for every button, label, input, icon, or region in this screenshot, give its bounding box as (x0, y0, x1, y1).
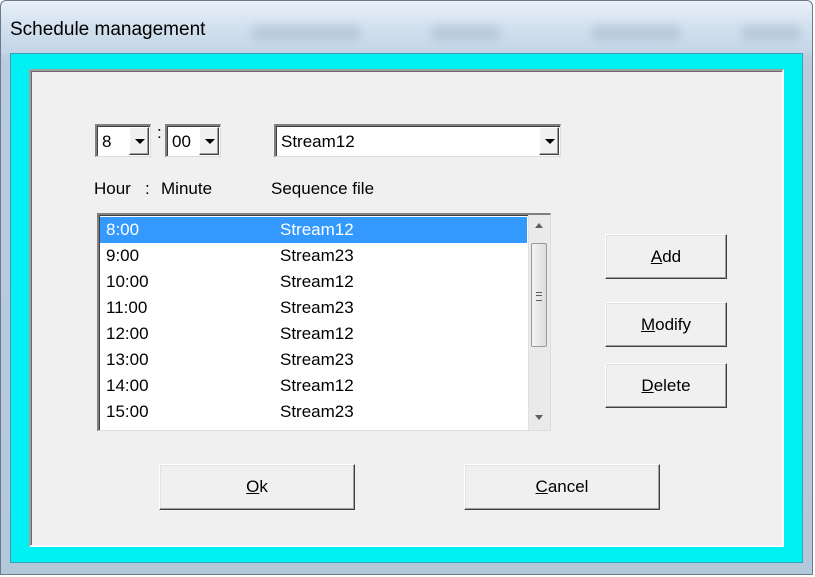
schedule-file: Stream12 (280, 376, 354, 395)
scroll-down-icon[interactable] (535, 415, 543, 420)
add-button[interactable]: Add (605, 234, 727, 279)
minute-dropdown-button[interactable] (199, 127, 219, 155)
schedule-file: Stream23 (280, 402, 354, 421)
modify-button[interactable]: Modify (605, 302, 727, 347)
time-separator: : (157, 123, 162, 142)
scroll-grip-icon (536, 292, 542, 301)
sequence-file-dropdown-button[interactable] (539, 127, 559, 155)
chevron-down-icon (205, 139, 215, 144)
sequence-file-value: Stream12 (281, 132, 355, 151)
ok-button-label: k (259, 477, 268, 496)
modify-button-mnemonic: M (640, 314, 656, 334)
schedule-row[interactable]: 11:00 Stream23 (100, 295, 527, 321)
schedule-management-window: Schedule management 8 : 00 Stream12 Hour… (0, 0, 813, 575)
schedule-file: Stream23 (280, 246, 354, 265)
schedule-time: 14:00 (106, 376, 149, 395)
title-bar-reflection (251, 25, 361, 41)
title-bar[interactable]: Schedule management (1, 1, 812, 53)
title-bar-reflection (431, 25, 501, 41)
add-button-mnemonic: A (650, 246, 663, 266)
schedule-time: 10:00 (106, 272, 149, 291)
schedule-listbox[interactable]: 8:00 Stream12 9:00 Stream23 10:00 Stream… (97, 213, 551, 431)
hour-dropdown-button[interactable] (129, 127, 149, 155)
minute-label: Minute (161, 179, 213, 198)
schedule-file: Stream23 (280, 350, 354, 369)
scroll-thumb[interactable] (531, 243, 547, 347)
delete-button-mnemonic: D (641, 375, 654, 395)
schedule-file: Stream12 (280, 272, 354, 291)
title-bar-reflection (741, 25, 801, 41)
schedule-time: 12:00 (106, 324, 149, 343)
schedule-file: Stream23 (280, 298, 354, 317)
schedule-scrollbar[interactable] (528, 215, 550, 430)
schedule-file: Stream12 (280, 220, 354, 239)
hour-label: Hour (94, 179, 131, 198)
delete-button[interactable]: Delete (605, 363, 727, 408)
schedule-row[interactable]: 15:00 Stream23 (100, 399, 527, 425)
schedule-time: 9:00 (106, 246, 140, 265)
sequence-file-label: Sequence file (271, 179, 375, 198)
minute-value: 00 (172, 132, 191, 151)
hour-value: 8 (102, 132, 112, 151)
cancel-button[interactable]: Cancel (464, 464, 660, 510)
add-button-label: dd (662, 246, 682, 266)
schedule-row-selected[interactable]: 8:00 Stream12 (100, 217, 527, 243)
modify-button-label: odify (655, 314, 692, 334)
schedule-row[interactable]: 12:00 Stream12 (100, 321, 527, 347)
minute-combobox[interactable]: 00 (165, 124, 221, 157)
chevron-down-icon (545, 139, 555, 144)
schedule-time: 11:00 (106, 298, 148, 317)
cancel-button-label: ancel (547, 477, 589, 496)
dialog-frame: 8 : 00 Stream12 Hour: Minute Sequence f… (10, 53, 803, 563)
scroll-up-icon[interactable] (535, 223, 543, 228)
hour-combobox[interactable]: 8 (95, 124, 151, 157)
schedule-row[interactable]: 13:00 Stream23 (100, 347, 527, 373)
sequence-file-combobox[interactable]: Stream12 (274, 124, 561, 157)
label-separator: : (145, 179, 150, 198)
schedule-rows: 8:00 Stream12 9:00 Stream23 10:00 Stream… (100, 217, 527, 425)
schedule-time: 8:00 (106, 220, 140, 239)
schedule-file: Stream12 (280, 324, 354, 343)
ok-button-mnemonic: O (246, 477, 260, 496)
schedule-row[interactable]: 10:00 Stream12 (100, 269, 527, 295)
schedule-time: 15:00 (106, 402, 149, 421)
ok-button[interactable]: Ok (159, 464, 355, 510)
chevron-down-icon (135, 139, 145, 144)
schedule-time: 13:00 (106, 350, 149, 369)
cancel-button-mnemonic: C (535, 477, 548, 496)
schedule-row[interactable]: 14:00 Stream12 (100, 373, 527, 399)
delete-button-label: elete (653, 375, 691, 395)
dialog-client-area: 8 : 00 Stream12 Hour: Minute Sequence f… (29, 69, 784, 547)
window-title: Schedule management (10, 19, 206, 40)
schedule-row[interactable]: 9:00 Stream23 (100, 243, 527, 269)
title-bar-reflection (591, 25, 681, 41)
